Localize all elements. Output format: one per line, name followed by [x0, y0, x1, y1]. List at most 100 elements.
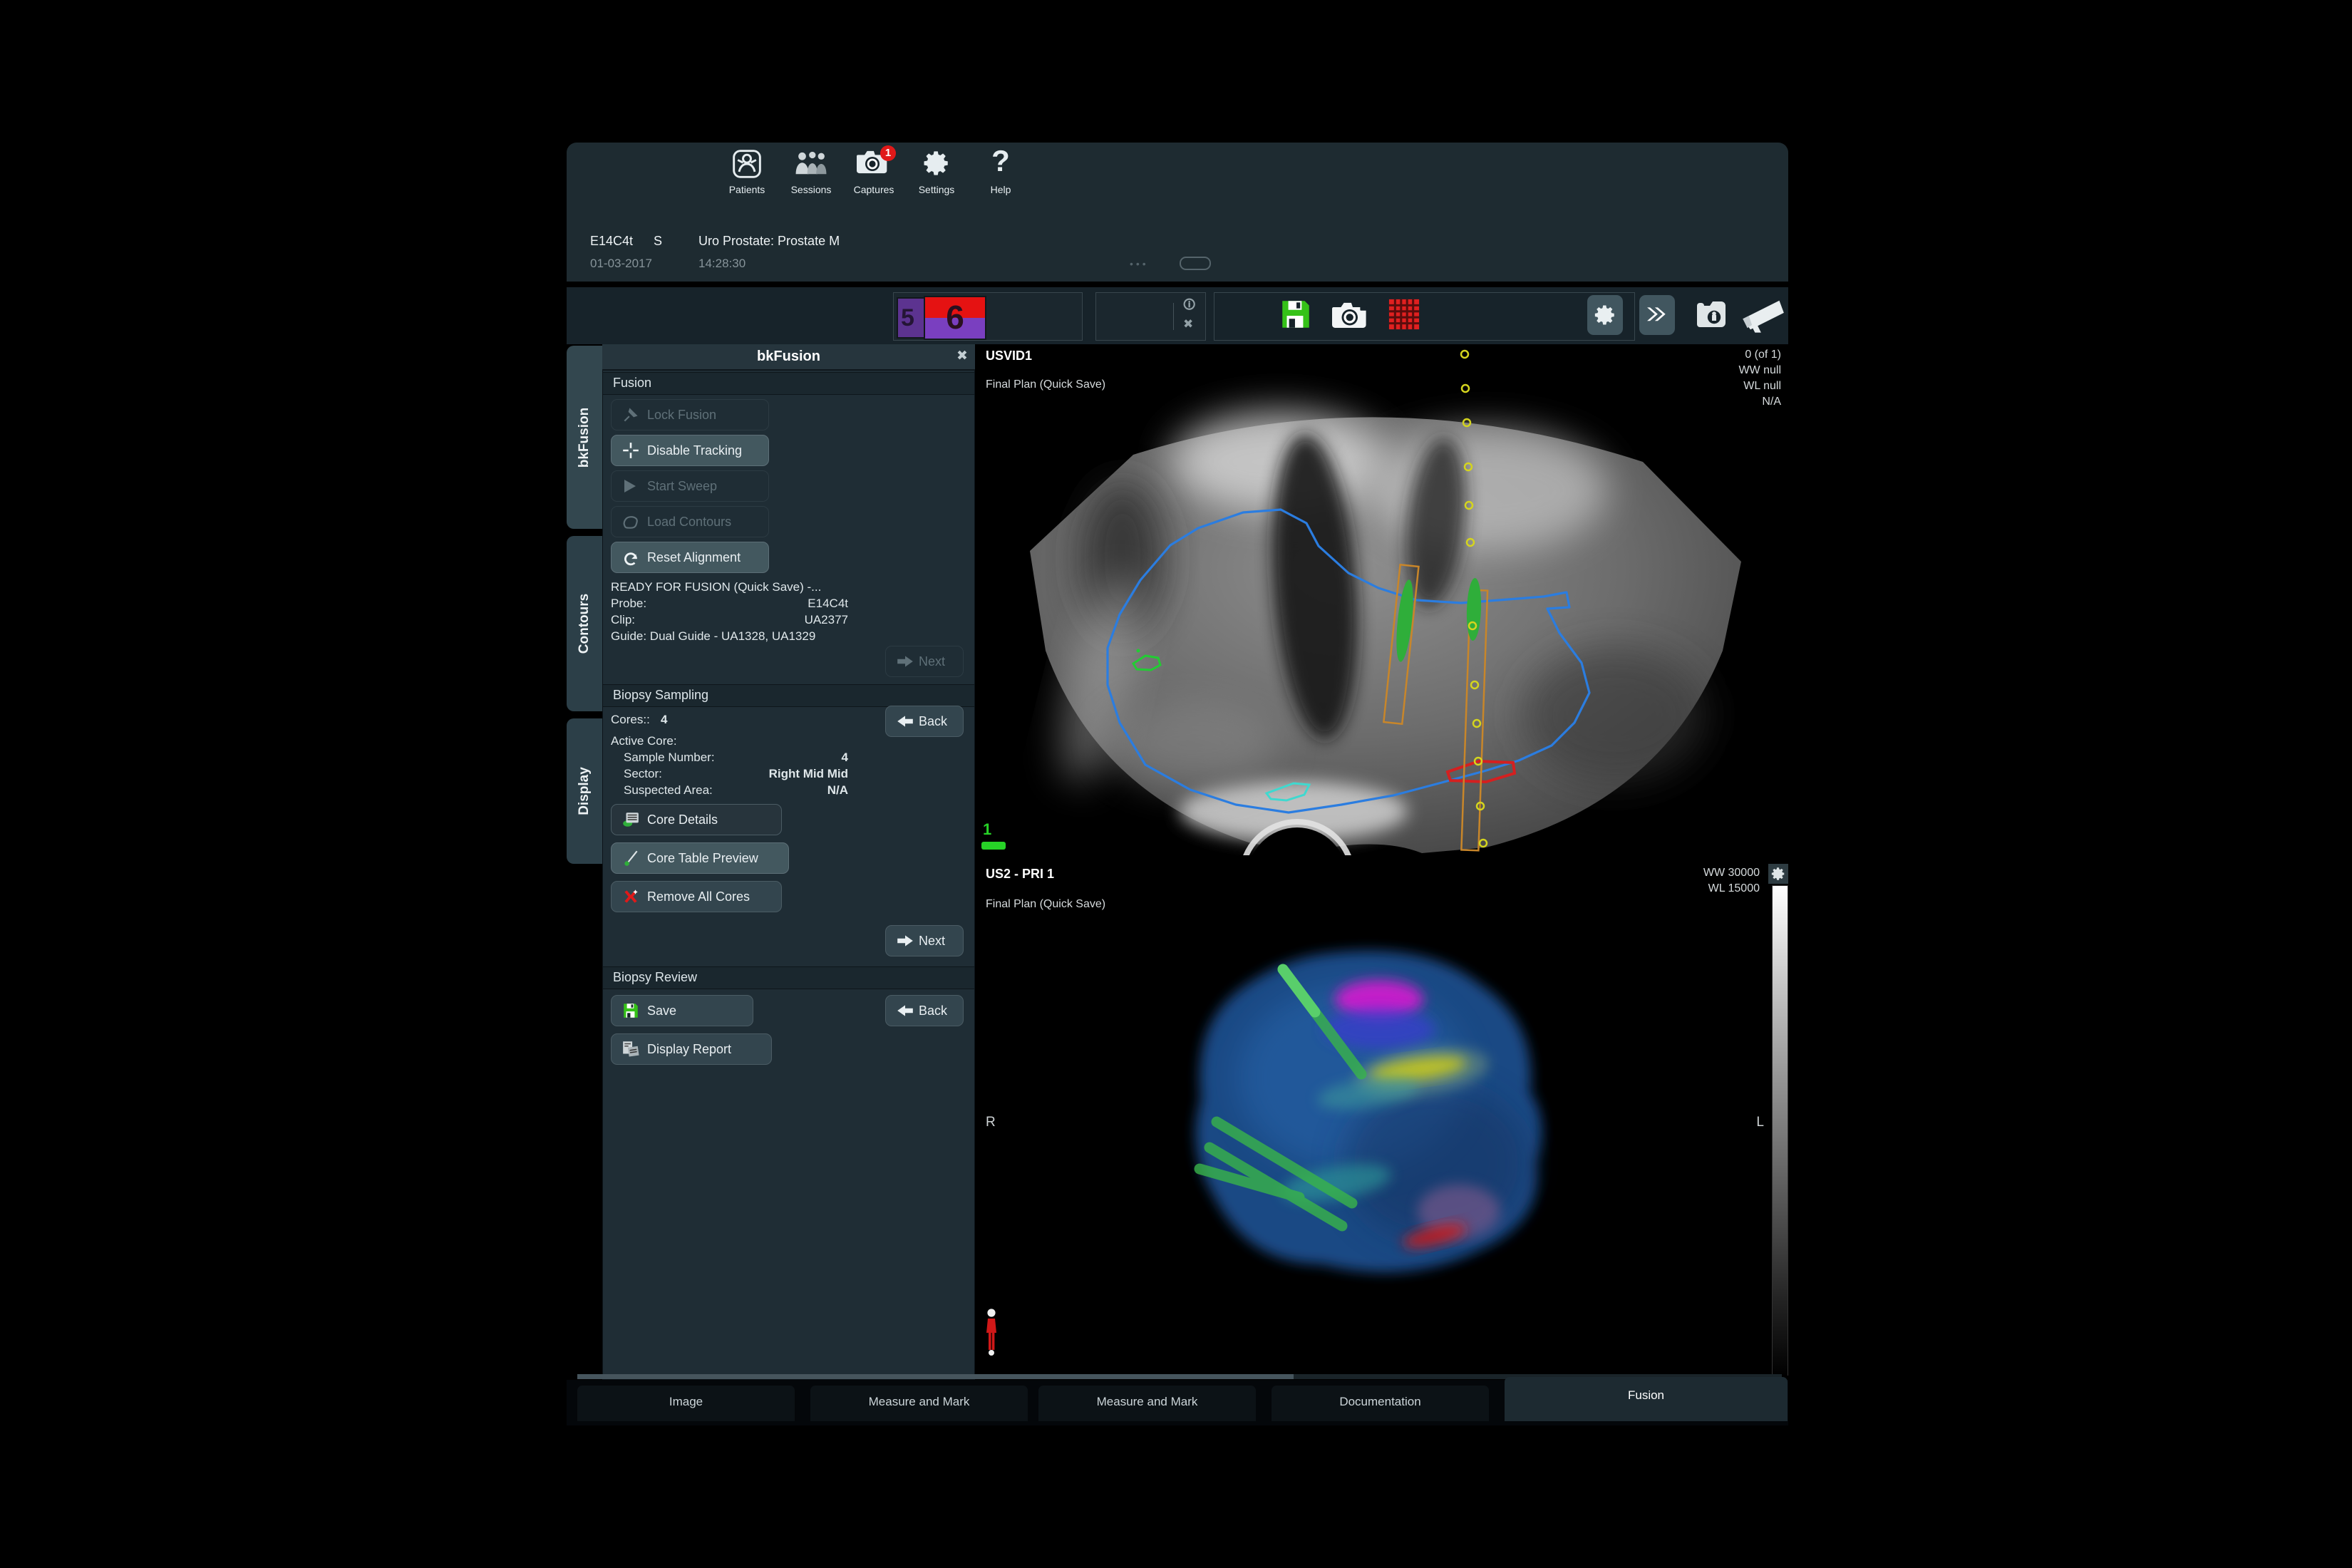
plan-name: Final Plan (Quick Save) [986, 898, 1105, 911]
save-exam-icon[interactable] [1278, 296, 1314, 332]
side-tab-bkfusion-label: bkFusion [577, 407, 592, 467]
contour-icon [621, 513, 640, 530]
people-icon [793, 148, 829, 180]
close-icon[interactable]: ✖ [953, 348, 971, 366]
probe-value: E14C4t [734, 597, 848, 611]
save-floppy-icon [621, 1001, 640, 1020]
remove-all-cores-button[interactable]: Remove All Cores [611, 881, 782, 912]
display-report-button[interactable]: Display Report [611, 1033, 772, 1065]
core-table-preview-button[interactable]: Core Table Preview [611, 842, 789, 874]
core-list-icon [621, 811, 640, 828]
view-name: US2 - PRI 1 [986, 867, 1054, 882]
side-tab-display-label: Display [577, 767, 592, 815]
patient-icon [731, 148, 763, 180]
megaphone-icon[interactable] [1740, 294, 1785, 335]
reset-alignment-button[interactable]: Reset Alignment [611, 542, 769, 573]
toolbar-settings-button[interactable] [1587, 295, 1623, 335]
core-details-button[interactable]: Core Details [611, 804, 782, 835]
more-tools-button[interactable] [1639, 295, 1675, 335]
review-back-button[interactable]: Back [885, 995, 964, 1026]
info-icon[interactable]: 🛈 [1183, 296, 1195, 316]
gear-icon [1593, 303, 1617, 327]
save-label: Save [647, 1004, 676, 1018]
play-icon [621, 478, 639, 495]
fusion-section-label: Fusion [613, 376, 651, 391]
header-pill-indicator [1180, 257, 1211, 270]
settings-label: Settings [906, 184, 967, 195]
fusion-next-button[interactable]: Next [885, 646, 964, 677]
needle-icon [621, 849, 640, 867]
arrow-left-icon [896, 1004, 914, 1017]
sampling-back-button[interactable]: Back [885, 706, 964, 737]
grayscale-slider[interactable] [1772, 885, 1788, 1376]
disable-tracking-button[interactable]: Disable Tracking [611, 435, 769, 466]
ellipsis-indicator: ••• [1130, 258, 1149, 269]
window-width: WW 30000 [1703, 867, 1760, 880]
model-view-bottom[interactable]: US2 - PRI 1 Final Plan (Quick Save) WW 3… [980, 864, 1788, 1376]
panel-title-bar: bkFusion [602, 344, 975, 371]
save-button[interactable]: Save [611, 995, 753, 1026]
side-tab-contours[interactable]: Contours [567, 536, 602, 711]
snapshot-camera-icon[interactable] [1332, 301, 1371, 331]
capture-device-icon[interactable] [1690, 296, 1730, 332]
review-back-label: Back [919, 1004, 947, 1018]
sector-value: Right Mid Mid [734, 767, 848, 781]
sessions-button[interactable]: Sessions [780, 147, 842, 197]
tab-measure1-label: Measure and Mark [810, 1395, 1028, 1409]
bottom-tab-bar: Image Measure and Mark Measure and Mark … [567, 1380, 1788, 1425]
lock-fusion-label: Lock Fusion [647, 408, 716, 423]
biopsy-review-label: Biopsy Review [613, 970, 697, 985]
screen: E14C4t S Uro Prostate: Prostate M 01-03-… [0, 0, 2352, 1568]
clear-icon[interactable]: ✖ [1183, 317, 1193, 331]
orientation-left: L [1756, 1115, 1764, 1130]
double-chevron-icon [1644, 306, 1670, 324]
disable-tracking-label: Disable Tracking [647, 443, 742, 458]
scrollbar-thumb[interactable] [577, 1374, 1294, 1379]
report-icon [621, 1040, 641, 1058]
start-sweep-button[interactable]: Start Sweep [611, 470, 769, 502]
undo-icon [621, 548, 640, 567]
tab-fusion[interactable]: Fusion [1505, 1377, 1788, 1421]
fusion-next-label: Next [919, 654, 945, 669]
tab-fusion-label: Fusion [1505, 1388, 1788, 1403]
cores-value: 4 [661, 713, 667, 727]
grid-icon[interactable] [1388, 298, 1420, 331]
captures-button[interactable]: 1 Captures [843, 147, 904, 197]
patients-label: Patients [716, 184, 778, 195]
load-contours-label: Load Contours [647, 515, 731, 530]
display-settings-button[interactable] [1768, 864, 1788, 884]
tab-measure-and-mark-1[interactable]: Measure and Mark [810, 1386, 1028, 1421]
tab-documentation[interactable]: Documentation [1272, 1386, 1489, 1421]
divider [1173, 303, 1174, 330]
red-x-icon [621, 887, 640, 906]
exam-time: 14:28:30 [698, 257, 746, 271]
patients-button[interactable]: Patients [716, 147, 778, 197]
guide-info: Guide: Dual Guide - UA1328, UA1329 [611, 629, 815, 644]
sampling-next-button[interactable]: Next [885, 925, 964, 956]
pin-icon [621, 406, 640, 424]
sessions-label: Sessions [780, 184, 842, 195]
tab-measure-and-mark-2[interactable]: Measure and Mark [1038, 1386, 1256, 1421]
side-tab-bkfusion[interactable]: bkFusion [567, 346, 602, 529]
suspected-area-label: Suspected Area: [624, 783, 713, 798]
active-core-label: Active Core: [611, 734, 677, 748]
patient-id: E14C4t [590, 234, 633, 249]
biopsy-review-header: Biopsy Review [603, 966, 974, 989]
load-contours-button[interactable]: Load Contours [611, 506, 769, 537]
biopsy-sampling-label: Biopsy Sampling [613, 688, 708, 703]
help-button[interactable]: ? Help [970, 147, 1031, 197]
remove-all-cores-label: Remove All Cores [647, 889, 750, 904]
patient-orientation-figure [984, 1309, 999, 1360]
app-window: E14C4t S Uro Prostate: Prostate M 01-03-… [567, 143, 1788, 1425]
tab-image[interactable]: Image [577, 1386, 795, 1421]
settings-button[interactable]: Settings [906, 147, 967, 197]
arrow-right-icon [896, 934, 914, 947]
lock-fusion-button[interactable]: Lock Fusion [611, 399, 769, 430]
ultrasound-view-top[interactable]: USVID1 Final Plan (Quick Save) 0 (of 1) … [980, 344, 1788, 855]
side-tab-display[interactable]: Display [567, 718, 602, 864]
capture-thumbnail-6[interactable]: 6 [924, 296, 986, 340]
sampling-next-label: Next [919, 934, 945, 949]
cores-label: Cores:: [611, 713, 650, 727]
tab-documentation-label: Documentation [1272, 1395, 1489, 1409]
capture-strip: 5 6 [893, 292, 1083, 341]
